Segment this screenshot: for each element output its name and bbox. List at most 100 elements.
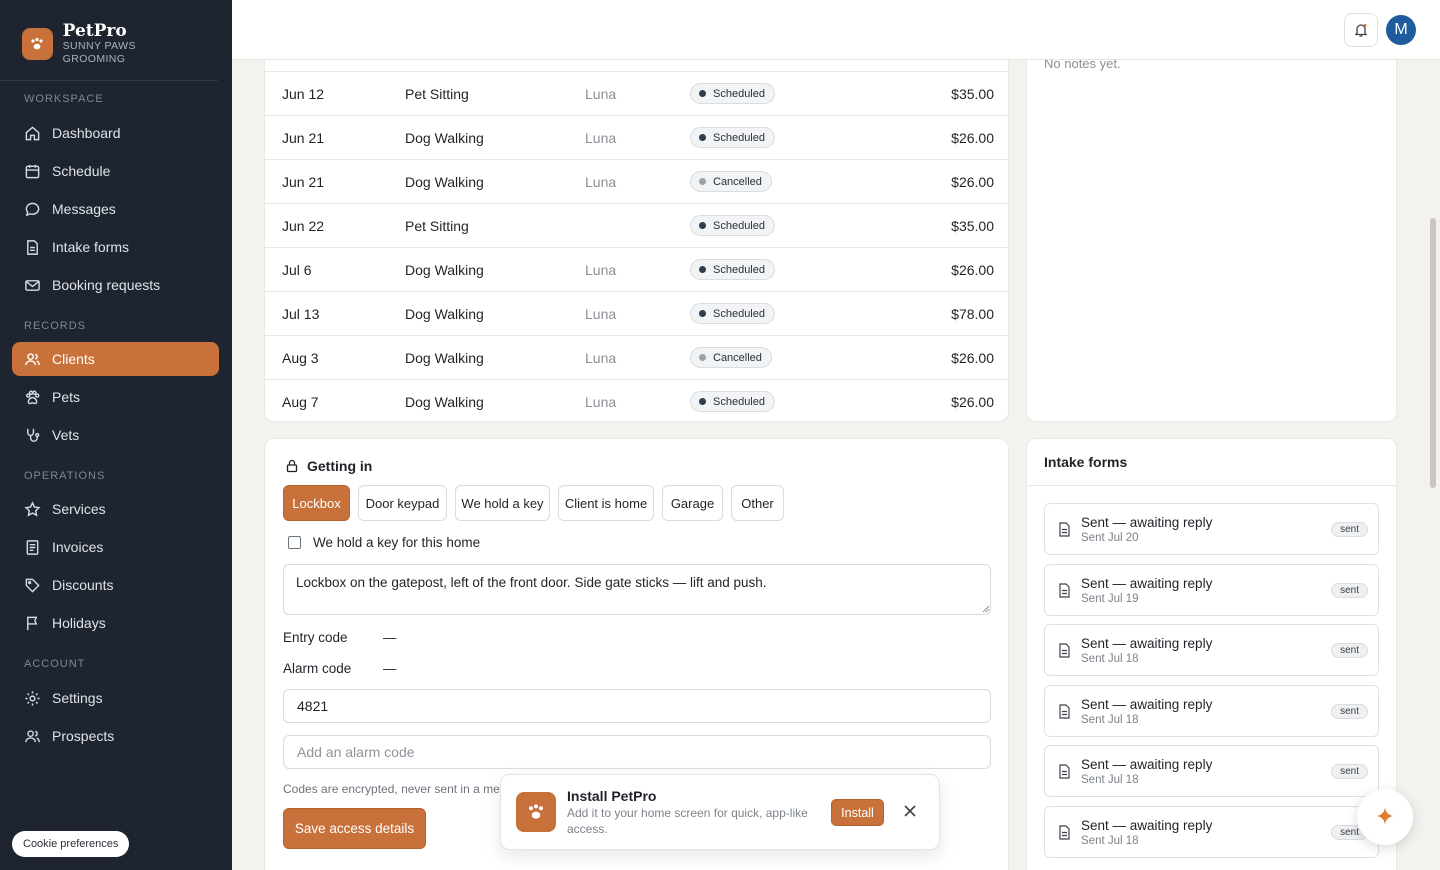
install-prompt: Install PetPro Add it to your home scree… (500, 774, 940, 850)
sidebar-item-discounts[interactable]: Discounts (12, 568, 219, 602)
status-label: Scheduled (713, 131, 765, 144)
visit-amount: $26.00 (951, 129, 994, 146)
resize-handle-icon (982, 605, 990, 613)
sidebar-item-settings[interactable]: Settings (12, 681, 219, 715)
sidebar-item-intake-forms[interactable]: Intake forms (12, 230, 219, 264)
sidebar-item-vets[interactable]: Vets (12, 418, 219, 452)
status-badge: Scheduled (690, 303, 775, 324)
visit-amount: $26.00 (951, 349, 994, 366)
mail-icon (25, 279, 40, 291)
intake-form-item[interactable]: Sent — awaiting reply Sent Jul 18 sent (1044, 685, 1379, 737)
sidebar-item-prospects[interactable]: Prospects (12, 719, 219, 753)
save-access-details-button[interactable]: Save access details (283, 808, 426, 849)
table-row[interactable]: Jul 6 Dog Walking Luna Scheduled $26.00 (265, 247, 1008, 291)
sidebar-item-booking-requests[interactable]: Booking requests (12, 268, 219, 302)
section-label-records: RECORDS (24, 320, 87, 332)
table-row[interactable]: Jun 22 Pet Sitting Scheduled $35.00 (265, 203, 1008, 247)
intake-form-item[interactable]: Sent — awaiting reply Sent Jul 18 sent (1044, 624, 1379, 676)
section-label-workspace: WORKSPACE (24, 93, 104, 105)
hold-key-checkbox[interactable] (288, 536, 301, 549)
entry-code-input[interactable]: 4821 (283, 689, 991, 723)
access-title-text: Getting in (307, 458, 373, 474)
visit-date: Aug 7 (282, 393, 319, 410)
sidebar-item-messages[interactable]: Messages (12, 192, 219, 226)
access-instructions-textarea[interactable]: Lockbox on the gatepost, left of the fro… (283, 564, 991, 615)
close-icon[interactable] (903, 804, 917, 818)
cookie-preferences-button[interactable]: Cookie preferences (12, 831, 130, 857)
sidebar-item-holidays[interactable]: Holidays (12, 606, 219, 640)
method-client-is-home[interactable]: Client is home (558, 485, 654, 521)
entry-code-label: Entry code (283, 630, 348, 645)
intake-form-date: Sent Jul 19 (1081, 593, 1139, 605)
intake-form-date: Sent Jul 20 (1081, 532, 1139, 544)
visit-date: Aug 3 (282, 349, 319, 366)
entry-code-value: — (383, 630, 397, 645)
status-dot (699, 398, 706, 405)
visit-pet: Luna (585, 129, 617, 146)
table-row[interactable]: Jun 21 Dog Walking Luna Cancelled $26.00 (265, 159, 1008, 203)
status-label: Scheduled (713, 307, 765, 320)
table-row[interactable]: Jun 21 Dog Walking Luna Scheduled $26.00 (265, 115, 1008, 159)
status-badge: Scheduled (690, 127, 775, 148)
sidebar-item-dashboard[interactable]: Dashboard (12, 116, 219, 150)
flag-icon (27, 616, 38, 630)
gear-icon (25, 690, 40, 706)
method-door-keypad[interactable]: Door keypad (358, 485, 447, 521)
method-garage[interactable]: Garage (662, 485, 723, 521)
sidebar-item-label: Vets (52, 427, 80, 443)
visit-service: Pet Sitting (405, 85, 469, 102)
intake-forms-card: Intake forms Sent — awaiting reply Sent J… (1026, 438, 1398, 870)
table-row[interactable]: Jul 13 Dog Walking Luna Scheduled $78.00 (265, 291, 1008, 335)
page-scrollbar[interactable] (1430, 218, 1436, 488)
visit-pet: Luna (585, 261, 617, 278)
visit-amount: $26.00 (951, 261, 994, 278)
intake-forms-title: Intake forms (1027, 439, 1398, 486)
paw-icon (26, 390, 40, 404)
status-dot (699, 178, 706, 185)
visit-amount: $35.00 (951, 85, 994, 102)
sidebar-item-label: Discounts (52, 577, 114, 593)
status-dot (699, 90, 706, 97)
table-row[interactable]: Jun 12 Pet Sitting Luna Scheduled $35.00 (265, 71, 1008, 115)
intake-form-item[interactable]: Sent — awaiting reply Sent Jul 19 sent (1044, 564, 1379, 616)
document-icon (1059, 522, 1070, 537)
assistant-button[interactable] (1357, 789, 1413, 845)
alarm-code-row: Alarm code — (283, 661, 397, 676)
sidebar-item-invoices[interactable]: Invoices (12, 530, 219, 564)
method-we-hold-a-key[interactable]: We hold a key (455, 485, 550, 521)
intake-form-item[interactable]: Sent — awaiting reply Sent Jul 18 sent (1044, 806, 1379, 858)
paw-logo-icon (22, 28, 53, 60)
method-lockbox[interactable]: Lockbox (283, 485, 350, 521)
status-dot (699, 310, 706, 317)
avatar[interactable]: M (1386, 15, 1416, 45)
visit-service: Dog Walking (405, 261, 484, 278)
table-row[interactable]: Aug 3 Dog Walking Luna Cancelled $26.00 (265, 335, 1008, 379)
users-icon (25, 729, 40, 742)
status-badge: sent (1331, 643, 1368, 658)
status-badge: Scheduled (690, 391, 775, 412)
intake-form-item[interactable]: Sent — awaiting reply Sent Jul 20 sent (1044, 503, 1379, 555)
sidebar-item-services[interactable]: Services (12, 492, 219, 526)
sidebar-item-label: Clients (52, 351, 95, 367)
intake-form-title: Sent — awaiting reply (1081, 576, 1213, 591)
table-row[interactable]: Aug 7 Dog Walking Luna Scheduled $26.00 (265, 379, 1008, 421)
alarm-code-input[interactable]: Add an alarm code (283, 735, 991, 769)
status-badge: Cancelled (690, 171, 772, 192)
visit-date: Jun 22 (282, 217, 325, 234)
visit-date: Jul 13 (282, 305, 320, 322)
intake-form-date: Sent Jul 18 (1081, 714, 1139, 726)
intake-form-item[interactable]: Sent — awaiting reply Sent Jul 18 sent (1044, 745, 1379, 797)
notifications-button[interactable] (1344, 13, 1378, 47)
install-button[interactable]: Install (831, 799, 884, 826)
visit-date: Jun 21 (282, 129, 325, 146)
status-label: Scheduled (713, 263, 765, 276)
sidebar-item-schedule[interactable]: Schedule (12, 154, 219, 188)
sidebar-item-clients[interactable]: Clients (12, 342, 219, 376)
method-other[interactable]: Other (731, 485, 784, 521)
sidebar-item-label: Dashboard (52, 125, 121, 141)
install-title: Install PetPro (567, 788, 657, 804)
topbar: M (232, 0, 1440, 60)
brand: PetPro SUNNY PAWS GROOMING (0, 0, 218, 81)
intake-form-date: Sent Jul 18 (1081, 774, 1139, 786)
sidebar-item-pets[interactable]: Pets (12, 380, 219, 414)
